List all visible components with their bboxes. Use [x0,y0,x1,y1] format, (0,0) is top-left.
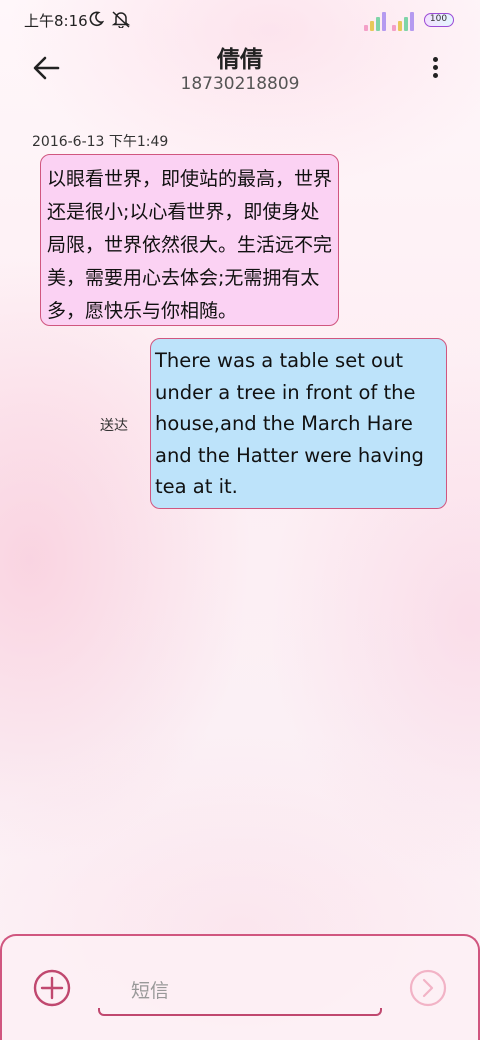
contact-name: 倩倩 [217,47,263,73]
input-underline [98,1008,382,1016]
incoming-message-bubble[interactable]: 以眼看世界，即使站的最高，世界还是很小;以心看世界，即使身处局限，世界依然很大。… [40,154,339,326]
plus-circle-icon [33,969,71,1007]
sms-input[interactable]: 短信 [98,964,382,1016]
delivery-status: 送达 [100,418,128,434]
signal-icon [364,12,414,31]
add-attachment-button[interactable] [33,969,71,1007]
contact-number[interactable]: 18730218809 [0,74,480,94]
more-vertical-icon [433,57,438,62]
battery-level: 100 [429,14,448,24]
status-bar: 上午8:16 100 [0,0,480,40]
moon-icon [89,11,104,27]
battery-icon: 100 [424,13,454,27]
send-button[interactable] [409,969,447,1007]
send-arrow-icon [409,969,447,1007]
bell-off-icon [111,11,131,28]
status-time: 上午8:16 [24,12,88,30]
sms-placeholder: 短信 [131,980,170,1002]
more-options-button[interactable] [424,54,448,82]
message-timestamp: 2016-6-13 下午1:49 [32,134,169,150]
outgoing-message-bubble[interactable]: There was a table set out under a tree i… [150,338,447,509]
